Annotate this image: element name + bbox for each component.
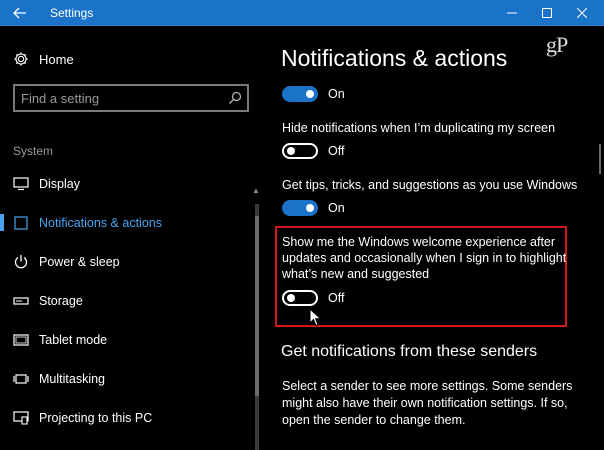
window-title: Settings	[50, 6, 94, 20]
setting-row-0: On	[282, 86, 345, 102]
sidebar-item-label: Notifications & actions	[39, 215, 162, 230]
gear-icon	[12, 50, 30, 68]
tablet-icon	[12, 331, 30, 349]
sidebar-item-power-sleep[interactable]: Power & sleep	[0, 242, 250, 281]
toggle-state: On	[328, 201, 345, 215]
sidebar-item-label: Projecting to this PC	[39, 410, 153, 425]
close-button[interactable]	[564, 0, 600, 26]
main-scrollbar-thumb[interactable]	[599, 144, 601, 174]
sidebar-item-label: Multitasking	[39, 371, 105, 386]
minimize-button[interactable]	[494, 0, 530, 26]
monitor-icon	[12, 175, 30, 193]
toggle-knob	[287, 147, 295, 155]
toggle-knob	[306, 90, 314, 98]
toggle-knob	[287, 294, 295, 302]
sidebar-item-label: Storage	[39, 293, 83, 308]
sidebar-item-storage[interactable]: Storage	[0, 281, 250, 320]
toggle-switch[interactable]	[282, 143, 318, 159]
toggle-knob	[306, 204, 314, 212]
scrollbar-thumb[interactable]	[255, 216, 259, 396]
multitasking-icon	[12, 370, 30, 388]
section-label-system: System	[13, 144, 54, 158]
close-icon	[577, 8, 587, 18]
sidebar-item-multitasking[interactable]: Multitasking	[0, 359, 250, 398]
setting-label-welcome-experience: Show me the Windows welcome experience a…	[282, 235, 567, 281]
projecting-icon	[12, 409, 30, 427]
senders-description: Select a sender to see more settings. So…	[282, 379, 573, 427]
sidebar-item-projecting[interactable]: Projecting to this PC	[0, 398, 250, 437]
power-icon	[12, 253, 30, 271]
maximize-icon	[542, 8, 552, 18]
maximize-button[interactable]	[529, 0, 565, 26]
arrow-left-icon	[13, 7, 26, 19]
sidebar-item-notifications[interactable]: Notifications & actions	[0, 203, 250, 242]
sidebar-item-tablet-mode[interactable]: Tablet mode	[0, 320, 250, 359]
toggle-state: Off	[328, 291, 345, 305]
toggle-switch[interactable]	[282, 86, 318, 102]
sidebar-item-display[interactable]: Display	[0, 164, 250, 203]
sidebar-scroll-up[interactable]: ▲	[252, 186, 260, 195]
main-panel: Notifications & actions gP On Hide notif…	[266, 26, 604, 450]
sidebar-item-label: Display	[39, 176, 80, 191]
mouse-cursor-icon	[309, 308, 322, 327]
senders-heading: Get notifications from these senders	[281, 343, 538, 360]
setting-row-1: Off	[282, 143, 344, 159]
setting-row-2: On	[282, 200, 345, 216]
minimize-icon	[507, 12, 517, 14]
search-icon[interactable]	[228, 91, 242, 105]
storage-icon	[12, 292, 30, 310]
toggle-state: Off	[328, 144, 345, 158]
watermark-logo: gP	[546, 32, 568, 57]
toggle-state: On	[328, 87, 345, 101]
setting-label-tips: Get tips, tricks, and suggestions as you…	[282, 178, 578, 192]
search-box[interactable]	[13, 84, 249, 112]
title-bar: Settings	[0, 0, 604, 26]
sidebar-scrollbar[interactable]	[254, 196, 260, 450]
sidebar-item-label: Tablet mode	[39, 332, 108, 347]
search-input[interactable]	[21, 89, 221, 107]
back-button[interactable]	[0, 0, 40, 26]
notification-icon	[12, 214, 30, 232]
sidebar: Home System Display Notifications & acti…	[0, 26, 266, 450]
toggle-switch[interactable]	[282, 200, 318, 216]
nav-home-label: Home	[39, 51, 74, 67]
toggle-switch[interactable]	[282, 290, 318, 306]
nav-home[interactable]: Home	[12, 50, 74, 68]
setting-row-3: Off	[282, 290, 344, 306]
sidebar-item-label: Power & sleep	[39, 254, 120, 269]
page-title: Notifications & actions	[281, 45, 508, 71]
setting-label-hide-notifications: Hide notifications when I’m duplicating …	[282, 121, 556, 135]
